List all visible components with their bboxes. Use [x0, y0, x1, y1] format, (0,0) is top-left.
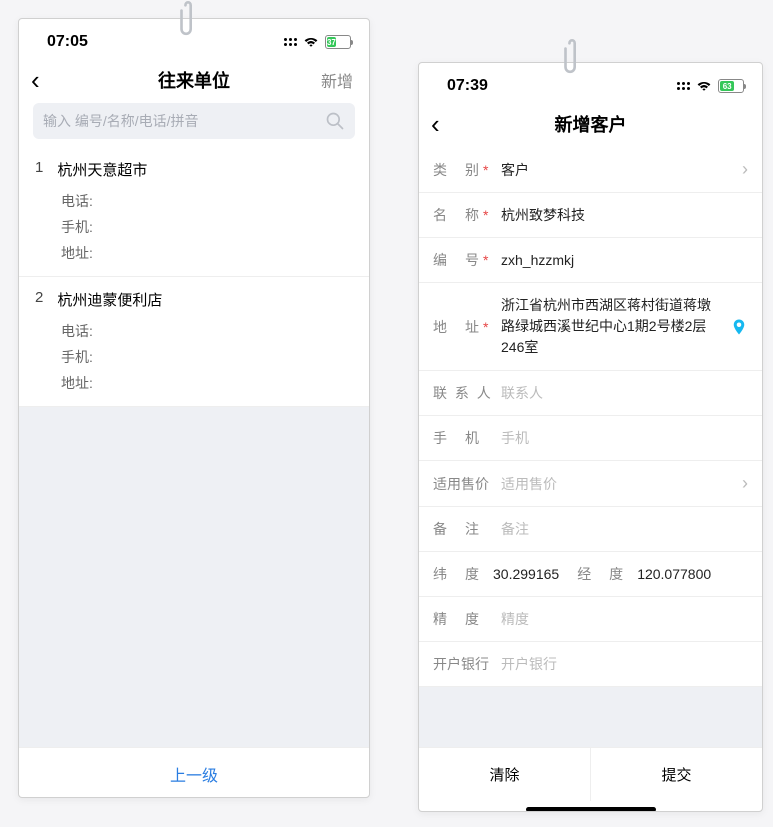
search-wrap — [19, 103, 369, 147]
address-row[interactable]: 地 址* 浙江省杭州市西湖区蒋村街道蒋墩路绿城西溪世纪中心1期2号楼2层246室 — [419, 283, 762, 371]
battery-icon: 63 — [718, 79, 744, 93]
item-mobile: 手机: — [35, 344, 353, 370]
item-index: 2 — [35, 289, 43, 310]
code-label: 编 号* — [433, 250, 493, 270]
phone-screen-form: 07:39 63 ‹ 新增客户 类 别* 客户 › 名 称* 杭州致梦科技 编 … — [418, 62, 763, 812]
bank-label: 开户银行 — [433, 654, 493, 674]
mobile-label: 手 机 — [433, 428, 493, 448]
wifi-icon — [303, 36, 319, 48]
item-phone: 电话: — [35, 188, 353, 214]
precision-row[interactable]: 精 度 精度 — [419, 597, 762, 642]
precision-label: 精 度 — [433, 609, 493, 629]
nav-bar: ‹ 往来单位 新增 — [19, 61, 369, 103]
lon-label: 经 度 — [577, 564, 633, 584]
paperclip-icon — [176, 0, 208, 42]
chevron-right-icon: › — [742, 473, 748, 494]
nav-bar: ‹ 新增客户 — [419, 105, 762, 147]
code-value: zxh_hzzmkj — [501, 252, 748, 268]
list-item[interactable]: 1 杭州天意超市 电话: 手机: 地址: — [19, 147, 369, 277]
signal-icon — [284, 38, 297, 46]
wifi-icon — [696, 80, 712, 92]
name-row[interactable]: 名 称* 杭州致梦科技 — [419, 193, 762, 238]
address-label: 地 址* — [433, 317, 493, 337]
footer-buttons: 清除 提交 — [419, 747, 762, 801]
contact-placeholder: 联系人 — [501, 383, 748, 403]
previous-level-button[interactable]: 上一级 — [19, 747, 369, 798]
bank-placeholder: 开户银行 — [501, 654, 748, 674]
back-button[interactable]: ‹ — [31, 67, 40, 93]
status-icons: 37 — [284, 35, 351, 49]
item-address: 地址: — [35, 370, 353, 396]
price-label: 适用售价 — [433, 474, 493, 494]
name-label: 名 称* — [433, 205, 493, 225]
phone-screen-list: 07:05 37 ‹ 往来单位 新增 1 杭州天意超市 电话: 手机: 地址: — [18, 18, 370, 798]
item-mobile: 手机: — [35, 214, 353, 240]
search-input[interactable] — [43, 113, 325, 129]
empty-area — [19, 407, 369, 747]
back-button[interactable]: ‹ — [431, 111, 440, 137]
signal-icon — [677, 82, 690, 90]
bank-row[interactable]: 开户银行 开户银行 — [419, 642, 762, 687]
address-value: 浙江省杭州市西湖区蒋村街道蒋墩路绿城西溪世纪中心1期2号楼2层246室 — [501, 295, 722, 358]
add-button[interactable]: 新增 — [321, 68, 353, 92]
status-icons: 63 — [677, 79, 744, 93]
status-time: 07:05 — [47, 33, 88, 51]
item-index: 1 — [35, 159, 43, 180]
list-item[interactable]: 2 杭州迪蒙便利店 电话: 手机: 地址: — [19, 277, 369, 407]
contact-label: 联 系 人 — [433, 383, 493, 403]
category-row[interactable]: 类 别* 客户 › — [419, 147, 762, 193]
remark-placeholder: 备注 — [501, 519, 748, 539]
item-phone: 电话: — [35, 318, 353, 344]
contact-row[interactable]: 联 系 人 联系人 — [419, 371, 762, 416]
page-title: 往来单位 — [19, 67, 369, 93]
lat-value: 30.299165 — [493, 566, 559, 582]
battery-icon: 37 — [325, 35, 351, 49]
code-row[interactable]: 编 号* zxh_hzzmkj — [419, 238, 762, 283]
search-box[interactable] — [33, 103, 355, 139]
category-label: 类 别* — [433, 160, 493, 180]
unit-list: 1 杭州天意超市 电话: 手机: 地址: 2 杭州迪蒙便利店 电话: 手机: 地… — [19, 147, 369, 407]
clear-button[interactable]: 清除 — [419, 748, 591, 801]
submit-button[interactable]: 提交 — [591, 748, 762, 801]
price-placeholder: 适用售价 — [501, 474, 734, 494]
remark-label: 备 注 — [433, 519, 493, 539]
price-row[interactable]: 适用售价 适用售价 › — [419, 461, 762, 507]
battery-level: 63 — [720, 81, 734, 91]
status-time: 07:39 — [447, 77, 488, 95]
remark-row[interactable]: 备 注 备注 — [419, 507, 762, 552]
chevron-right-icon: › — [742, 159, 748, 180]
search-icon — [325, 111, 345, 131]
home-indicator — [526, 807, 656, 812]
lon-value: 120.077800 — [637, 566, 711, 582]
battery-level: 37 — [327, 37, 336, 47]
mobile-row[interactable]: 手 机 手机 — [419, 416, 762, 461]
item-name: 杭州迪蒙便利店 — [57, 289, 162, 310]
page-title: 新增客户 — [419, 111, 762, 137]
item-name: 杭州天意超市 — [57, 159, 147, 180]
name-value: 杭州致梦科技 — [501, 205, 748, 225]
category-value: 客户 — [501, 160, 734, 180]
coordinates-row[interactable]: 纬 度 30.299165 经 度 120.077800 — [419, 552, 762, 597]
empty-area — [419, 687, 762, 747]
lat-label: 纬 度 — [433, 564, 489, 584]
mobile-placeholder: 手机 — [501, 428, 748, 448]
precision-placeholder: 精度 — [501, 609, 748, 629]
location-pin-icon[interactable] — [730, 318, 748, 336]
item-address: 地址: — [35, 240, 353, 266]
paperclip-icon — [560, 38, 592, 80]
